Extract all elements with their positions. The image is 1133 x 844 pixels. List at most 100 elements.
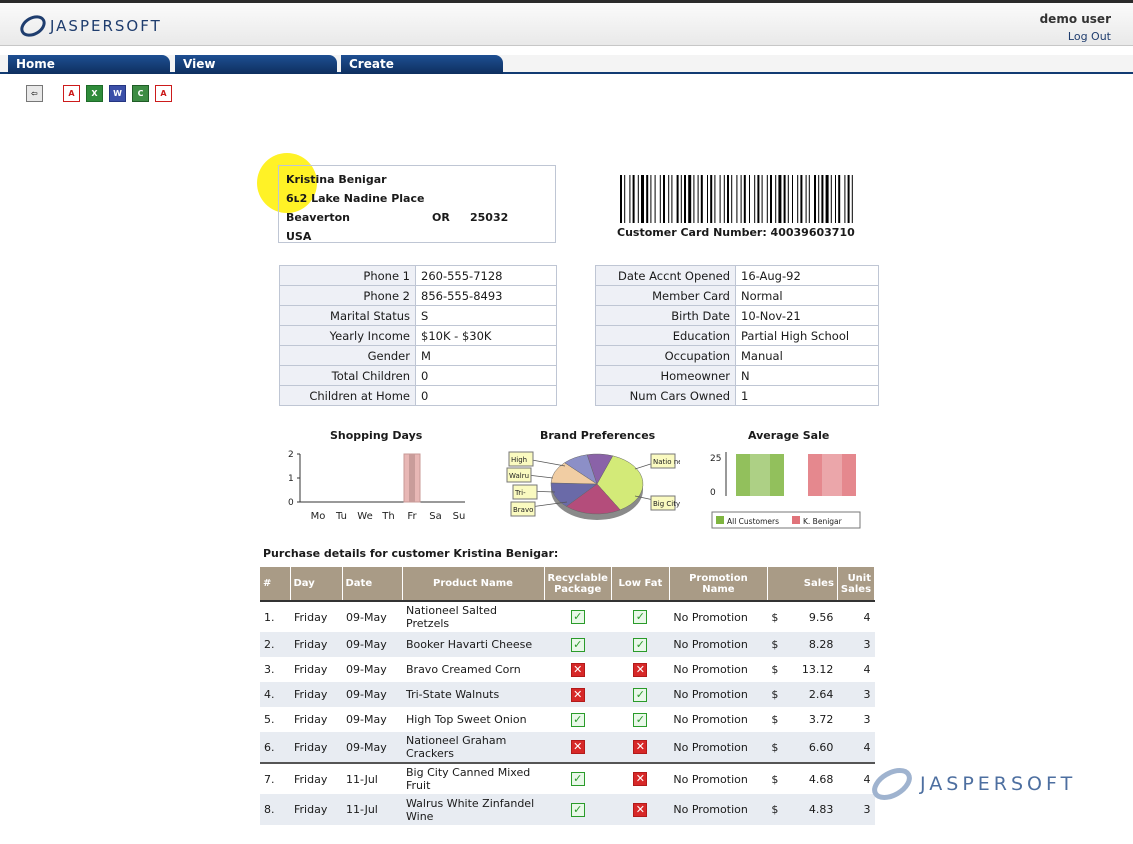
row-promotion: No Promotion bbox=[669, 732, 768, 763]
y-tick-label: 0 bbox=[288, 498, 294, 508]
menu-home[interactable]: Home bbox=[8, 55, 170, 74]
barcode-bar bbox=[624, 175, 626, 223]
detail-label: Marital Status bbox=[279, 305, 416, 326]
row-lowfat: ✓ bbox=[611, 601, 669, 632]
row-sales: 6.60 bbox=[789, 732, 838, 763]
barcode-bar bbox=[766, 175, 768, 223]
customer-address: Kristina Benigar 6ʟ2 Lake Nadine Place B… bbox=[278, 165, 556, 243]
menu-view[interactable]: View bbox=[175, 55, 337, 74]
barcode-bar bbox=[659, 175, 661, 223]
x-tick-label: Mo bbox=[311, 511, 326, 522]
barcode-bar bbox=[792, 175, 793, 223]
customer-details-right: Date Accnt Opened 16-Aug-92 Member Card Nor… bbox=[595, 265, 879, 406]
excel-icon[interactable]: X bbox=[86, 84, 103, 102]
detail-label: Education bbox=[595, 325, 736, 346]
table-row: 8. Friday 11-Jul Walrus White Zinfandel Win… bbox=[260, 794, 875, 825]
row-product: Big City Canned Mixed Fruit bbox=[402, 762, 544, 794]
detail-row: Education Partial High School bbox=[595, 325, 879, 346]
row-recyclable: ✕ bbox=[544, 682, 612, 707]
row-product: Nationeel Graham Crackers bbox=[402, 732, 544, 763]
row-lowfat: ✕ bbox=[611, 794, 670, 825]
detail-row: Phone 2 856-555-8493 bbox=[279, 285, 557, 306]
row-product: High Top Sweet Onion bbox=[406, 713, 527, 726]
row-day: Friday bbox=[290, 732, 342, 763]
table-row: 2. Friday 09-May Booker Havarti Cheese ✓ ✓ No … bbox=[260, 632, 875, 657]
row-day: Friday bbox=[294, 610, 328, 624]
detail-value: 260-555-7128 bbox=[415, 265, 557, 286]
row-lowfat: ✓ bbox=[611, 632, 670, 657]
barcode-bar bbox=[731, 175, 733, 223]
barcode-bar bbox=[775, 175, 777, 223]
row-lowfat: ✕ bbox=[611, 657, 669, 682]
customer-country: USA bbox=[286, 230, 312, 243]
shopping-days-title: Shopping Days bbox=[330, 429, 423, 442]
row-promotion: No Promotion bbox=[673, 663, 748, 676]
detail-row: Occupation Manual bbox=[595, 345, 879, 366]
row-day: Friday bbox=[294, 713, 328, 726]
row-number: 1. bbox=[264, 610, 275, 624]
row-lowfat: ✓ bbox=[611, 707, 669, 732]
row-recyclable: ✓ bbox=[544, 601, 611, 632]
row-day: Friday bbox=[290, 682, 342, 707]
row-lowfat: ✕ bbox=[611, 762, 670, 794]
row-units: 4 bbox=[863, 610, 871, 624]
x-tick-label: Sa bbox=[429, 511, 441, 522]
jaspersoft-logo[interactable]: JASPERSOFT bbox=[18, 12, 162, 40]
pie-label: Bravo bbox=[513, 506, 533, 514]
row-recyclable: ✓ bbox=[544, 632, 612, 657]
detail-value: N bbox=[735, 365, 879, 386]
barcode-bar bbox=[783, 175, 786, 223]
row-recyclable: ✕ bbox=[544, 732, 612, 763]
y-tick-label: 2 bbox=[288, 450, 294, 460]
row-date: 09-May bbox=[346, 610, 387, 624]
row-currency: $ bbox=[767, 682, 790, 707]
word-icon[interactable]: W bbox=[109, 84, 126, 102]
detail-label: Phone 2 bbox=[279, 285, 416, 306]
detail-label: Gender bbox=[279, 345, 416, 366]
bar-highlight bbox=[750, 454, 770, 496]
row-currency: $ bbox=[771, 663, 779, 676]
logo-swoosh-icon bbox=[20, 15, 46, 37]
logout-link[interactable]: Log Out bbox=[1040, 28, 1111, 45]
row-recyclable: ✓ bbox=[544, 794, 612, 825]
barcode-bar bbox=[697, 175, 699, 223]
menu-create[interactable]: Create bbox=[341, 55, 503, 74]
customer-street: 6ʟ2 Lake Nadine Place bbox=[286, 192, 425, 205]
detail-row: Birth Date 10-Nov-21 bbox=[595, 305, 879, 326]
detail-value: 0 bbox=[415, 385, 557, 406]
purchase-table: # Day Date Product Name Recyclable Package Lo… bbox=[260, 567, 876, 825]
barcode-bar bbox=[700, 175, 703, 223]
legend-label: All Customers bbox=[727, 517, 779, 526]
table-row: 4. Friday 09-May Tri-State Walnuts ✕ ✓ No Prom… bbox=[260, 682, 875, 707]
legend-swatch bbox=[792, 516, 800, 524]
detail-row: Date Accnt Opened 16-Aug-92 bbox=[595, 265, 879, 286]
barcode-bar bbox=[663, 175, 665, 223]
crossed-icon: ✕ bbox=[570, 740, 585, 754]
csv-icon[interactable]: C bbox=[132, 84, 149, 102]
barcode-bar bbox=[805, 175, 807, 223]
row-date: 09-May bbox=[342, 632, 402, 657]
row-sales: 8.28 bbox=[789, 632, 838, 657]
detail-value: 0 bbox=[415, 365, 557, 386]
barcode-bar bbox=[637, 175, 639, 223]
checked-icon: ✓ bbox=[633, 637, 648, 652]
back-icon[interactable]: ⇦ bbox=[26, 84, 43, 102]
row-date: 11-Jul bbox=[342, 794, 402, 825]
pdf-export-icon[interactable]: A bbox=[155, 84, 172, 102]
barcode-image bbox=[620, 175, 853, 223]
detail-label: Yearly Income bbox=[279, 325, 416, 346]
pdf-icon[interactable]: A bbox=[63, 84, 80, 102]
row-day: Friday bbox=[290, 762, 342, 794]
row-sales: 9.56 bbox=[808, 610, 834, 624]
watermark-swoosh-icon bbox=[872, 768, 912, 800]
detail-label: Num Cars Owned bbox=[595, 385, 736, 406]
barcode-bar bbox=[847, 175, 850, 223]
row-number: 4. bbox=[260, 682, 290, 707]
barcode-bar bbox=[668, 175, 670, 223]
row-recyclable: ✓ bbox=[544, 707, 611, 732]
barcode-bar bbox=[844, 175, 846, 223]
detail-value: Manual bbox=[735, 345, 879, 366]
purchase-section-title: Purchase details for customer Kristina B… bbox=[263, 547, 559, 560]
column-header: Low Fat bbox=[611, 567, 670, 601]
detail-value: 1 bbox=[735, 385, 879, 406]
